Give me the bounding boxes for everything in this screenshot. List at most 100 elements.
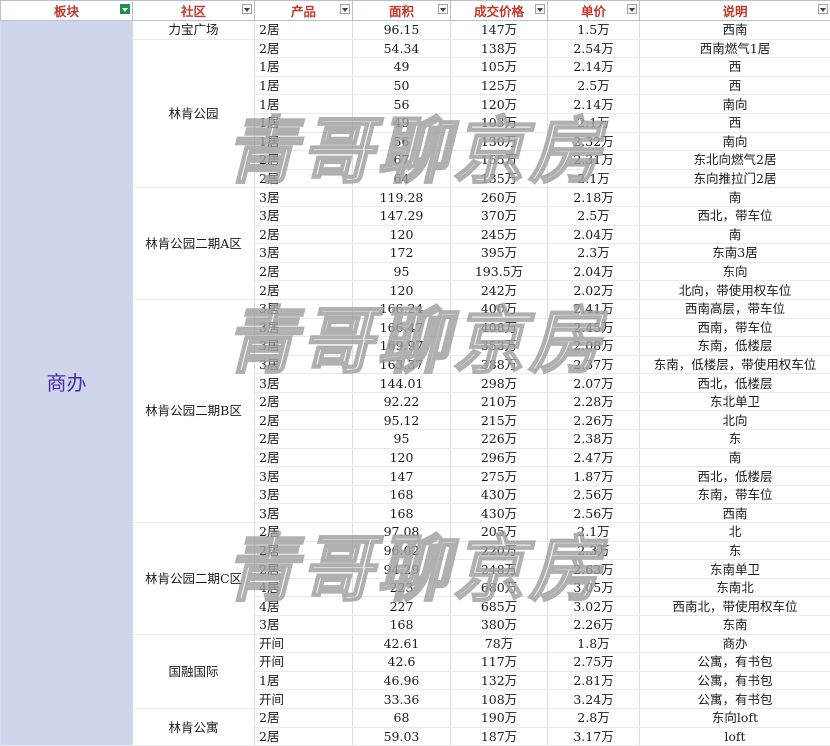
note-cell[interactable]: 北向 [640,411,830,430]
product-cell[interactable]: 2居 [255,448,353,467]
product-cell[interactable]: 1居 [255,671,353,690]
dropdown-arrow-icon[interactable] [340,4,350,14]
product-cell[interactable]: 2居 [255,523,353,542]
filter-active-icon[interactable] [120,4,130,14]
unit-price-cell[interactable]: 2.08万 [548,337,640,356]
note-cell[interactable]: 东南3居 [640,244,830,263]
price-cell[interactable]: 138万 [451,39,548,58]
product-cell[interactable]: 3居 [255,188,353,207]
price-cell[interactable]: 395万 [451,244,548,263]
price-cell[interactable]: 78万 [451,634,548,653]
community-cell[interactable]: 国融国际 [133,634,255,708]
product-cell[interactable]: 3居 [255,504,353,523]
price-cell[interactable]: 248万 [451,560,548,579]
unit-price-cell[interactable]: 2.5万 [548,76,640,95]
unit-price-cell[interactable]: 1.8万 [548,634,640,653]
unit-price-cell[interactable]: 2.5万 [548,206,640,225]
product-cell[interactable]: 2居 [255,281,353,300]
dropdown-arrow-icon[interactable] [627,4,637,14]
price-cell[interactable]: 108万 [451,690,548,709]
area-cell[interactable]: 50 [353,76,451,95]
note-cell[interactable]: 西南燃气1居 [640,39,830,58]
product-cell[interactable]: 开间 [255,653,353,672]
note-cell[interactable]: 西南 [640,504,830,523]
price-cell[interactable]: 408万 [451,318,548,337]
area-cell[interactable]: 64 [353,169,451,188]
note-cell[interactable]: 南 [640,448,830,467]
note-cell[interactable]: 北向，带使用权车位 [640,281,830,300]
note-cell[interactable]: 东 [640,541,830,560]
note-cell[interactable]: 西 [640,76,830,95]
unit-price-cell[interactable]: 2.8万 [548,708,640,727]
price-cell[interactable]: 187万 [451,727,548,746]
price-cell[interactable]: 190万 [451,708,548,727]
product-cell[interactable]: 3居 [255,355,353,374]
price-cell[interactable]: 155万 [451,151,548,170]
area-cell[interactable]: 168 [353,485,451,504]
product-cell[interactable]: 4居 [255,578,353,597]
price-cell[interactable]: 260万 [451,188,548,207]
product-cell[interactable]: 2居 [255,430,353,449]
area-cell[interactable]: 169.97 [353,337,451,356]
unit-price-cell[interactable]: 2.1万 [548,169,640,188]
area-cell[interactable]: 119.28 [353,188,451,207]
unit-price-cell[interactable]: 2.41万 [548,299,640,318]
area-cell[interactable]: 56 [353,132,451,151]
price-cell[interactable]: 370万 [451,206,548,225]
unit-price-cell[interactable]: 2.1万 [548,113,640,132]
note-cell[interactable]: 东向推拉门2居 [640,169,830,188]
unit-price-cell[interactable]: 3.05万 [548,578,640,597]
area-cell[interactable]: 166.24 [353,299,451,318]
price-cell[interactable]: 117万 [451,653,548,672]
note-cell[interactable]: 西南高层，带车位 [640,299,830,318]
note-cell[interactable]: 西南，带车位 [640,318,830,337]
note-cell[interactable]: 东向 [640,262,830,281]
unit-price-cell[interactable]: 2.26万 [548,411,640,430]
price-cell[interactable]: 147万 [451,21,548,40]
product-cell[interactable]: 2居 [255,21,353,40]
product-cell[interactable]: 2居 [255,39,353,58]
price-cell[interactable]: 226万 [451,430,548,449]
unit-price-cell[interactable]: 2.54万 [548,39,640,58]
unit-price-cell[interactable]: 2.38万 [548,430,640,449]
product-cell[interactable]: 3居 [255,337,353,356]
area-cell[interactable]: 120 [353,281,451,300]
note-cell[interactable]: 西北，低楼层 [640,374,830,393]
area-cell[interactable]: 147.29 [353,206,451,225]
price-cell[interactable]: 105万 [451,58,548,77]
area-cell[interactable]: 67 [353,151,451,170]
unit-price-cell[interactable]: 1.87万 [548,467,640,486]
price-cell[interactable]: 120万 [451,95,548,114]
area-cell[interactable]: 59.03 [353,727,451,746]
price-cell[interactable]: 103万 [451,113,548,132]
area-cell[interactable]: 120 [353,225,451,244]
area-cell[interactable]: 96.02 [353,541,451,560]
unit-price-cell[interactable]: 2.56万 [548,485,640,504]
unit-price-cell[interactable]: 1.5万 [548,21,640,40]
area-cell[interactable]: 33.36 [353,690,451,709]
price-cell[interactable]: 135万 [451,169,548,188]
product-cell[interactable]: 1居 [255,58,353,77]
area-cell[interactable]: 92.22 [353,392,451,411]
product-cell[interactable]: 1居 [255,132,353,151]
product-cell[interactable]: 2居 [255,560,353,579]
price-cell[interactable]: 430万 [451,485,548,504]
product-cell[interactable]: 3居 [255,299,353,318]
community-cell[interactable]: 林肯公园二期C区 [133,523,255,635]
price-cell[interactable]: 220万 [451,541,548,560]
unit-price-cell[interactable]: 2.47万 [548,448,640,467]
price-cell[interactable]: 353万 [451,337,548,356]
unit-price-cell[interactable]: 2.28万 [548,392,640,411]
note-cell[interactable]: 公寓，有书包 [640,671,830,690]
unit-price-cell[interactable]: 2.75万 [548,653,640,672]
unit-price-cell[interactable]: 2.26万 [548,616,640,635]
product-cell[interactable]: 3居 [255,206,353,225]
product-cell[interactable]: 1居 [255,76,353,95]
note-cell[interactable]: 东南 [640,616,830,635]
price-cell[interactable]: 130万 [451,132,548,151]
product-cell[interactable]: 1居 [255,113,353,132]
community-cell[interactable]: 林肯公寓 [133,708,255,745]
unit-price-cell[interactable]: 2.37万 [548,355,640,374]
note-cell[interactable]: 东南单卫 [640,560,830,579]
product-cell[interactable]: 3居 [255,244,353,263]
